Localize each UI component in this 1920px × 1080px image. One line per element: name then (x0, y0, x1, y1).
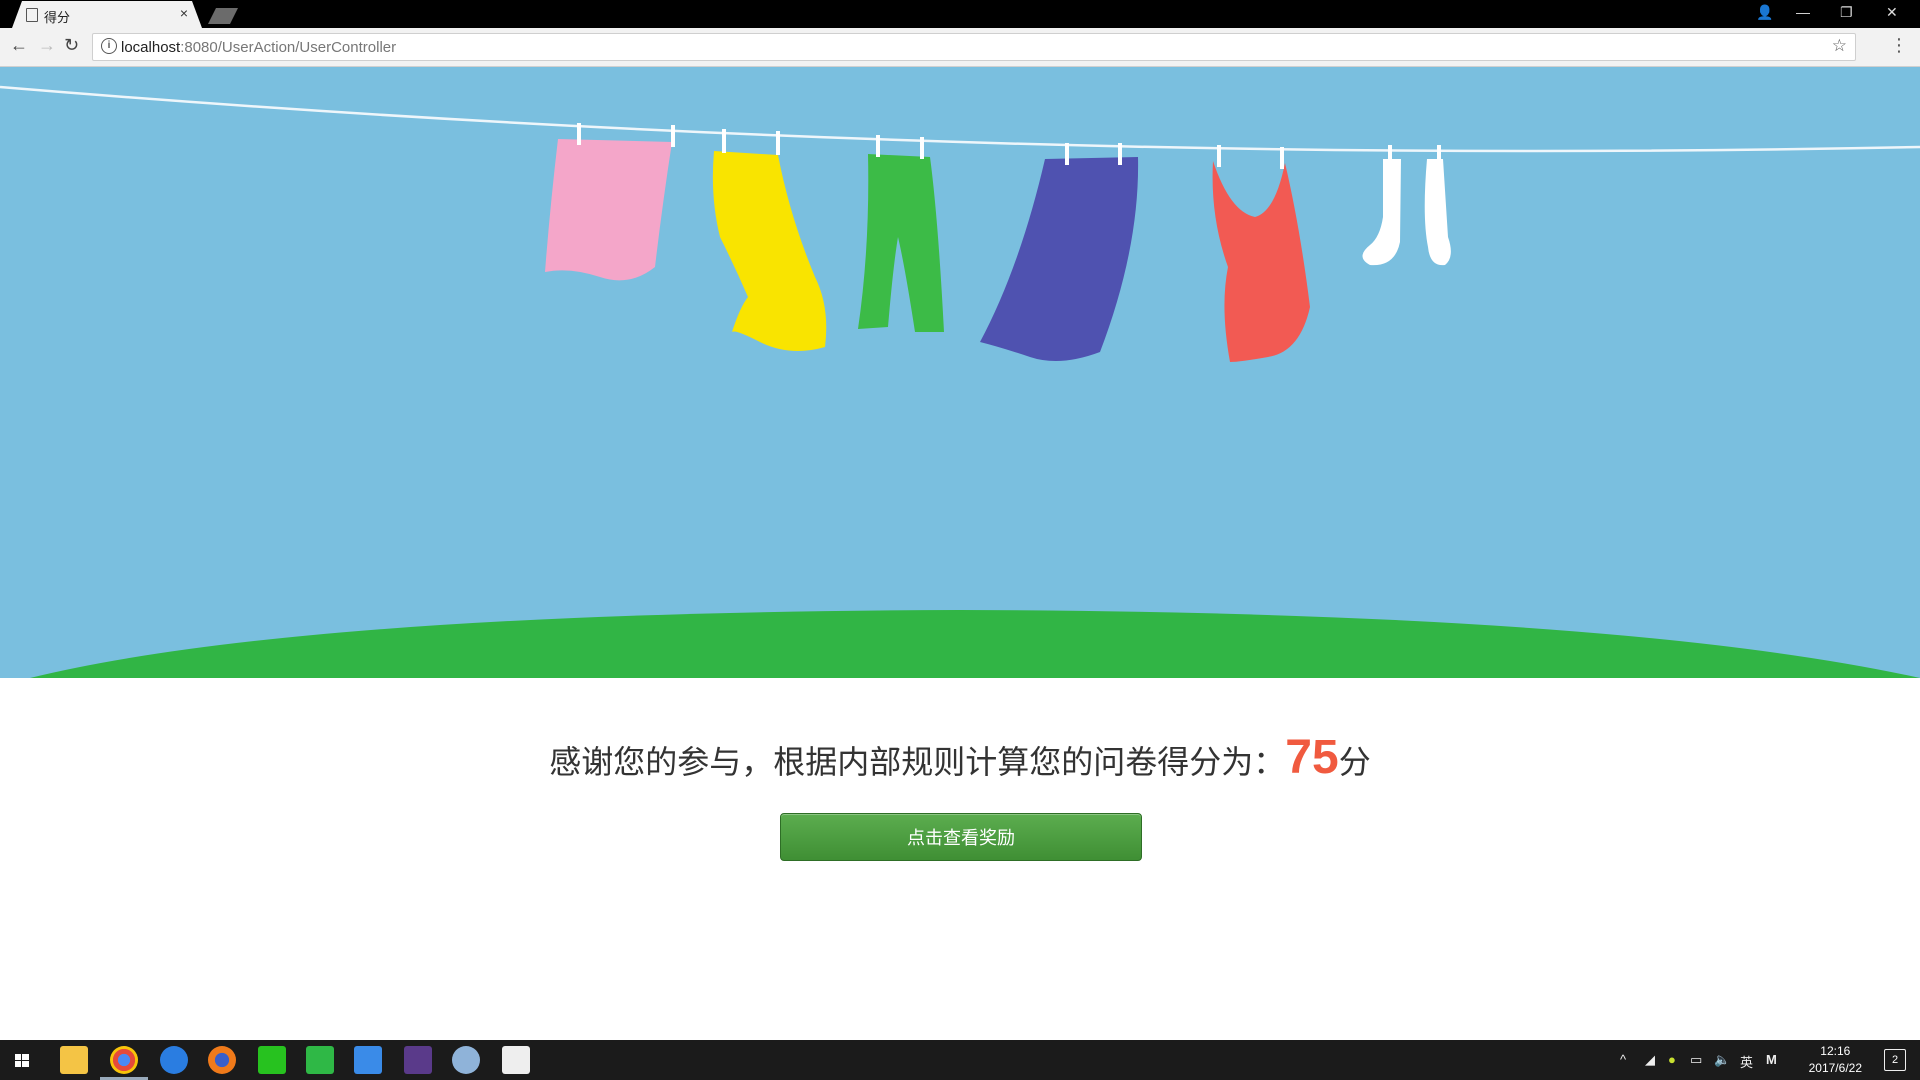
battery-icon[interactable]: ▭ (1690, 1052, 1702, 1068)
chrome-icon[interactable] (110, 1046, 138, 1074)
photos-icon[interactable] (502, 1046, 530, 1074)
close-window-button[interactable]: ✕ (1886, 4, 1898, 21)
start-icon[interactable] (8, 1046, 36, 1074)
clothesline-illustration (0, 85, 1920, 678)
minimize-button[interactable]: — (1796, 4, 1810, 20)
tab-title: 得分 (44, 10, 71, 25)
paint-icon[interactable] (452, 1046, 480, 1074)
thank-you-text: 感谢您的参与，根据内部规则计算您的问卷得分为： (549, 744, 1286, 780)
evernote-icon[interactable] (306, 1046, 334, 1074)
feishu-icon[interactable] (354, 1046, 382, 1074)
white-socks (1362, 145, 1451, 266)
title-bar: 得分 × 👤 — ❐ ✕ (0, 0, 1920, 28)
notification-count: 2 (1891, 1054, 1899, 1066)
url-text: localhost:8080/UserAction/UserController (121, 39, 396, 56)
grass-hill (30, 610, 1920, 678)
result-section: 感谢您的参与，根据内部规则计算您的问卷得分为：75分 点击查看奖励 (0, 678, 1920, 1040)
iqiyi-icon[interactable] (258, 1046, 286, 1074)
ime-indicator[interactable]: 英 (1740, 1052, 1753, 1071)
forward-icon[interactable]: → (38, 35, 56, 56)
sogou-icon[interactable] (160, 1046, 188, 1074)
new-tab-button[interactable] (208, 8, 238, 24)
tray-chevron-icon[interactable]: ^ (1620, 1052, 1626, 1067)
network-icon[interactable]: ◢ (1645, 1052, 1655, 1068)
system-clock[interactable]: 12:16 2017/6/22 (1809, 1043, 1862, 1077)
restore-button[interactable]: ❐ (1840, 4, 1853, 21)
score-message: 感谢您的参与，根据内部规则计算您的问卷得分为：75分 (0, 730, 1920, 785)
url-host: localhost (121, 39, 181, 56)
address-bar[interactable]: i localhost:8080/UserAction/UserControll… (92, 33, 1856, 61)
game-icon[interactable] (404, 1046, 432, 1074)
clock-time: 12:16 (1820, 1044, 1851, 1058)
clothesline (0, 85, 1920, 153)
yellow-dress (712, 129, 827, 351)
info-icon[interactable]: i (101, 38, 117, 54)
volume-icon[interactable]: 🔈 (1714, 1052, 1730, 1068)
windows-taskbar: ^ ◢ ● ▭ 🔈 英 M 12:16 2017/6/22 2 (0, 1040, 1920, 1080)
browser-tab[interactable]: 得分 × (12, 1, 202, 28)
tab-close-icon[interactable]: × (180, 5, 188, 21)
security-icon[interactable]: ● (1668, 1052, 1676, 1067)
green-pants (858, 135, 944, 332)
notification-center-icon[interactable]: 2 (1884, 1049, 1906, 1071)
clock-date: 2017/6/22 (1808, 1061, 1862, 1075)
ime-mode-icon[interactable]: M (1766, 1052, 1777, 1067)
url-path: :8080/UserAction/UserController (180, 39, 397, 56)
firefox-icon[interactable] (208, 1046, 236, 1074)
hero-banner (0, 67, 1920, 678)
user-icon[interactable]: 👤 (1756, 4, 1773, 21)
file-explorer-icon[interactable] (60, 1046, 88, 1074)
browser-toolbar: ← → ↻ i localhost:8080/UserAction/UserCo… (0, 28, 1920, 67)
score-unit: 分 (1338, 744, 1371, 780)
pink-shirt (545, 123, 675, 281)
score-value: 75 (1285, 731, 1339, 784)
red-tank-top (1212, 145, 1310, 362)
bookmark-star-icon[interactable]: ☆ (1832, 36, 1847, 56)
view-reward-button[interactable]: 点击查看奖励 (780, 813, 1142, 861)
reload-icon[interactable]: ↻ (64, 35, 79, 56)
browser-menu-icon[interactable]: ⋮ (1890, 35, 1908, 56)
page-icon (26, 8, 38, 22)
back-icon[interactable]: ← (10, 35, 28, 56)
blue-dress (980, 143, 1139, 361)
